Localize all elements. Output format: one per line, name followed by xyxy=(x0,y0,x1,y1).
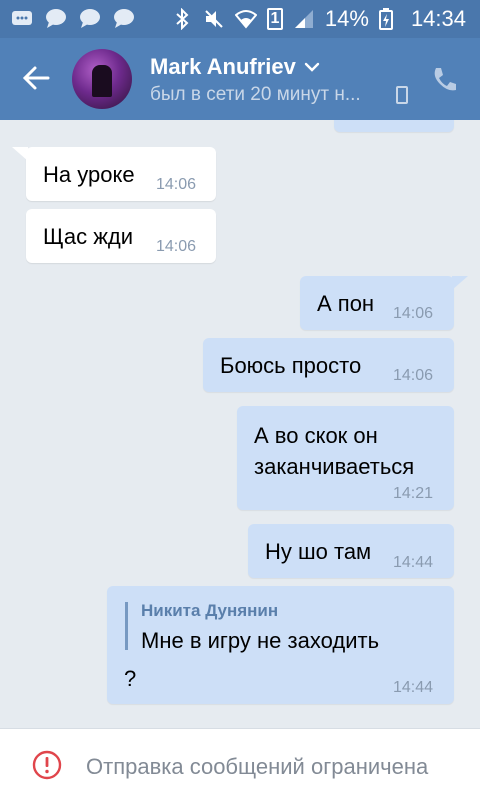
message-bubble[interactable]: Боюсь просто 14:06 xyxy=(203,338,454,392)
message-time: 14:06 xyxy=(156,238,197,255)
warning-icon xyxy=(32,750,62,780)
message-bubble[interactable]: Щас жди 14:06 xyxy=(26,209,216,263)
message-time: 14:44 xyxy=(393,554,434,571)
reply-author[interactable]: Никита Дунянин xyxy=(141,601,278,621)
message-time: 14:21 xyxy=(393,485,434,502)
battery-icon xyxy=(378,8,401,30)
wifi-icon xyxy=(234,8,258,30)
chat-header: Mark Anufriev был в сети 20 минут н... xyxy=(0,38,480,120)
message-icon xyxy=(78,7,102,29)
message-bubble[interactable]: Ну шо там 14:44 xyxy=(248,524,454,578)
message-time: 14:44 xyxy=(393,679,434,696)
clock: 14:34 xyxy=(410,6,466,31)
message-text: Ну шо там xyxy=(265,539,372,564)
contact-name-label: Mark Anufriev xyxy=(150,54,296,79)
message-text-line-1: А во скок он xyxy=(254,423,378,448)
message-text: Щас жди xyxy=(43,224,134,249)
avatar[interactable] xyxy=(72,49,132,109)
restriction-notice: Отправка сообщений ограничена xyxy=(86,754,429,779)
notification-icons xyxy=(10,7,136,29)
message-time: 14:06 xyxy=(393,367,434,384)
bluetooth-icon xyxy=(171,7,193,31)
reply-quoted-text: Мне в игру не заходить xyxy=(141,628,380,653)
signal-icon xyxy=(293,8,315,30)
message-text: На уроке xyxy=(43,162,135,187)
contact-name[interactable]: Mark Anufriev xyxy=(150,54,320,80)
chevron-down-icon xyxy=(304,62,320,72)
back-arrow-icon[interactable] xyxy=(20,62,52,94)
message-bubble[interactable]: А во скок он заканчиваеться 14:21 xyxy=(237,406,454,510)
message-bubble-partial xyxy=(334,120,454,132)
message-time: 14:06 xyxy=(393,305,434,322)
mute-icon xyxy=(203,8,225,30)
sim-icon: 1 xyxy=(266,8,283,30)
messaging-restricted-bar: Отправка сообщений ограничена xyxy=(0,728,480,800)
reply-message-bubble[interactable]: Никита Дунянин Мне в игру не заходить ? … xyxy=(107,586,454,704)
message-icon xyxy=(112,7,136,29)
status-bar: 1 14% 14:34 xyxy=(0,0,480,38)
message-text: А пон xyxy=(317,291,375,316)
message-icon xyxy=(44,7,68,29)
phone-icon[interactable] xyxy=(428,64,460,96)
message-bubble[interactable]: А пон 14:06 xyxy=(300,276,468,330)
message-text: ? xyxy=(124,666,137,691)
battery-percent: 14% xyxy=(324,6,369,31)
last-seen-status: был в сети 20 минут н... xyxy=(150,84,361,105)
message-time: 14:06 xyxy=(156,176,197,193)
message-text-line-2: заканчиваеться xyxy=(254,454,415,479)
message-text: Боюсь просто xyxy=(220,353,362,378)
reply-quote-bar xyxy=(125,602,128,650)
message-bubble[interactable]: На уроке 14:06 xyxy=(12,147,216,201)
notification-icon xyxy=(10,7,34,29)
mobile-icon xyxy=(396,86,408,104)
message-list[interactable]: На уроке 14:06 Щас жди 14:06 А пон 14:06… xyxy=(0,120,480,728)
